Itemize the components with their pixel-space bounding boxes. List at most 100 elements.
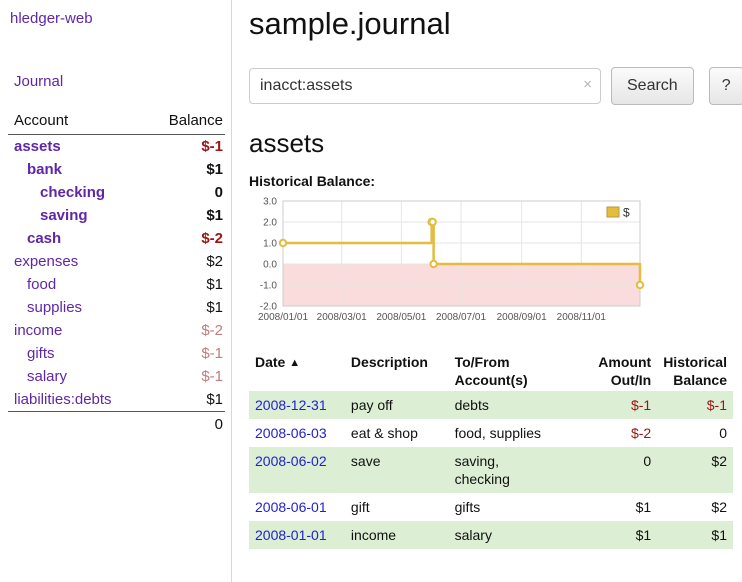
main-content: sample.journal × Search ? assets Histori… (232, 0, 742, 582)
transaction-amount: $-1 (592, 391, 657, 419)
account-balance: $-1 (145, 135, 225, 159)
chart-title: Historical Balance: (249, 173, 742, 189)
accounts-total-row: 0 (8, 412, 225, 437)
svg-text:2008/09/01: 2008/09/01 (497, 312, 547, 323)
transaction-amount: $-2 (592, 419, 657, 447)
account-link[interactable]: checking (40, 184, 105, 201)
account-row: income $-2 (8, 319, 225, 342)
account-row: cash $-2 (8, 227, 225, 250)
svg-text:2008/05/01: 2008/05/01 (376, 312, 426, 323)
register-header-balance: Historical Balance (657, 351, 733, 391)
account-link[interactable]: expenses (14, 253, 78, 270)
account-link[interactable]: gifts (27, 345, 55, 362)
register-row: 2008-01-01incomesalary$1$1 (249, 521, 733, 549)
register-header-description: Description (345, 351, 449, 391)
account-link[interactable]: liabilities:debts (14, 391, 112, 408)
account-balance: 0 (145, 181, 225, 204)
account-link[interactable]: cash (27, 230, 61, 247)
svg-text:-1.0: -1.0 (260, 281, 278, 292)
register-header-amount: Amount Out/In (592, 351, 657, 391)
page-title: sample.journal (249, 6, 742, 42)
accounts-total-spacer (8, 412, 145, 437)
transaction-date-link[interactable]: 2008-06-01 (255, 499, 327, 515)
transaction-balance: 0 (657, 419, 733, 447)
help-button[interactable]: ? (709, 67, 742, 105)
svg-text:2008/01/01: 2008/01/01 (258, 312, 308, 323)
transaction-balance: $2 (657, 493, 733, 521)
account-balance: $1 (145, 204, 225, 227)
svg-text:3.0: 3.0 (263, 197, 277, 208)
account-link[interactable]: saving (40, 207, 88, 224)
register-header-date: Date (255, 354, 285, 370)
account-link[interactable]: salary (27, 368, 67, 385)
account-link[interactable]: supplies (27, 299, 82, 316)
account-row: gifts $-1 (8, 342, 225, 365)
transaction-date-link[interactable]: 2008-06-02 (255, 453, 327, 469)
account-balance: $-2 (145, 227, 225, 250)
transaction-date-link[interactable]: 2008-12-31 (255, 397, 327, 413)
account-link[interactable]: bank (27, 161, 62, 178)
transaction-amount: 0 (592, 447, 657, 493)
transaction-description: eat & shop (345, 419, 449, 447)
sort-asc-icon: ▲ (289, 357, 300, 369)
search-button[interactable]: Search (611, 67, 694, 105)
account-balance: $1 (145, 388, 225, 412)
transaction-amount: $1 (592, 493, 657, 521)
account-row: bank $1 (8, 158, 225, 181)
account-link[interactable]: assets (14, 138, 61, 155)
account-row: saving $1 (8, 204, 225, 227)
accounts-header-balance: Balance (145, 110, 225, 135)
account-row: supplies$1 (8, 296, 225, 319)
clear-search-icon[interactable]: × (583, 77, 592, 93)
sidebar: hledger-web Journal Account Balance asse… (0, 0, 232, 582)
register-row: 2008-06-03 eat & shopfood, supplies$-20 (249, 419, 733, 447)
svg-text:1.0: 1.0 (263, 239, 277, 250)
svg-text:0.0: 0.0 (263, 260, 277, 271)
nav-journal-link[interactable]: Journal (14, 73, 225, 90)
account-heading: assets (249, 128, 742, 159)
svg-text:2008/07/01: 2008/07/01 (436, 312, 486, 323)
account-balance: $-2 (145, 319, 225, 342)
transaction-accounts: food, supplies (449, 419, 593, 447)
accounts-header-row: Account Balance (8, 110, 225, 135)
transaction-amount: $1 (592, 521, 657, 549)
app-title-link[interactable]: hledger-web (10, 10, 225, 27)
svg-text:$: $ (623, 206, 630, 220)
search-box: × (249, 68, 601, 104)
account-balance: $-1 (145, 365, 225, 388)
register-table: Date ▲ Description To/From Account(s) Am… (249, 351, 733, 549)
svg-text:2008/11/01: 2008/11/01 (557, 312, 607, 323)
accounts-total-balance: 0 (145, 412, 225, 437)
transaction-accounts: debts (449, 391, 593, 419)
svg-text:2.0: 2.0 (263, 218, 277, 229)
chart-svg: 3.02.01.00.0-1.0-2.02008/01/012008/03/01… (249, 193, 649, 339)
transaction-description: income (345, 521, 449, 549)
account-row: checking 0 (8, 181, 225, 204)
account-row: salary $-1 (8, 365, 225, 388)
account-link[interactable]: food (27, 276, 56, 293)
transaction-description: gift (345, 493, 449, 521)
account-row: liabilities:debts $1 (8, 388, 225, 412)
account-row: expenses$2 (8, 250, 225, 273)
account-balance: $1 (145, 273, 225, 296)
transaction-accounts: gifts (449, 493, 593, 521)
transaction-date-link[interactable]: 2008-01-01 (255, 527, 327, 543)
register-row: 2008-06-01 giftgifts$1$2 (249, 493, 733, 521)
transaction-accounts: salary (449, 521, 593, 549)
balance-chart: 3.02.01.00.0-1.0-2.02008/01/012008/03/01… (249, 193, 649, 339)
accounts-header-account: Account (8, 110, 145, 135)
search-input[interactable] (249, 68, 601, 104)
register-header-row: Date ▲ Description To/From Account(s) Am… (249, 351, 733, 391)
register-sort-date[interactable]: Date ▲ (249, 351, 345, 391)
account-balance: $-1 (145, 342, 225, 365)
register-row: 2008-06-02savesaving,checking0$2 (249, 447, 733, 493)
transaction-accounts: saving,checking (449, 447, 593, 493)
transaction-balance: $2 (657, 447, 733, 493)
transaction-date-link[interactable]: 2008-06-03 (255, 425, 327, 441)
account-link[interactable]: income (14, 322, 62, 339)
account-balance: $1 (145, 158, 225, 181)
search-bar: × Search ? (249, 67, 742, 105)
account-row: food $1 (8, 273, 225, 296)
account-row: assets $-1 (8, 135, 225, 159)
transaction-balance: $-1 (657, 391, 733, 419)
